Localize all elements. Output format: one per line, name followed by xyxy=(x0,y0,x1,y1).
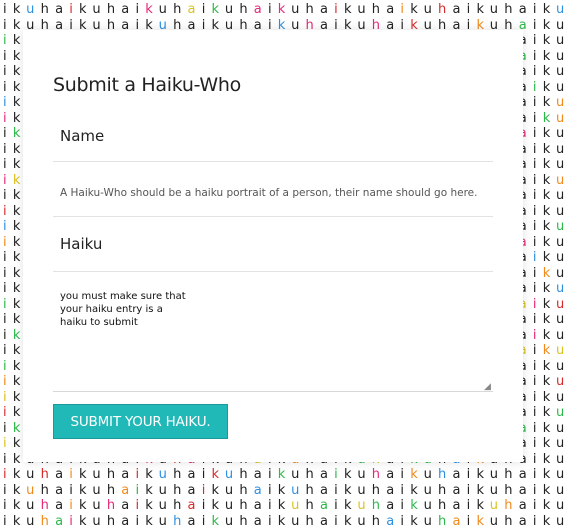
background-row: ikuhaikuhaikuhaikuhaikuhaikuhaikuhaikuha… xyxy=(3,498,564,513)
name-field[interactable]: Name xyxy=(53,115,493,162)
background-row: ikuhaikuhaikuhaikuhaikuhaikuhaikuhaikuha… xyxy=(3,482,564,498)
background-row: ikuhaikuhaikuhaikuhaikuhaikuhaikuhaikuha… xyxy=(3,467,564,482)
haiku-textarea[interactable] xyxy=(53,272,493,392)
submit-form-card: Submit a Haiku-Who Name A Haiku-Who shou… xyxy=(23,30,523,462)
resize-handle-icon[interactable]: ◢ xyxy=(484,382,492,391)
name-hint: A Haiku-Who should be a haiku portrait o… xyxy=(60,187,478,199)
name-label: Name xyxy=(60,127,105,145)
form-title: Submit a Haiku-Who xyxy=(53,74,241,96)
haiku-label: Haiku xyxy=(60,235,103,253)
submit-haiku-button[interactable]: SUBMIT YOUR HAIKU. xyxy=(53,404,228,439)
haiku-field[interactable]: Haiku xyxy=(53,217,493,272)
background-row: ikuhaikuhaikuhaikuhaikuhaikuhaikuhaikuha… xyxy=(3,2,564,17)
name-description-field[interactable]: A Haiku-Who should be a haiku portrait o… xyxy=(53,162,493,217)
background-row: ikuhaikuhaikuhaikuhaikuhaikuhaikuhaikuha… xyxy=(3,513,564,529)
